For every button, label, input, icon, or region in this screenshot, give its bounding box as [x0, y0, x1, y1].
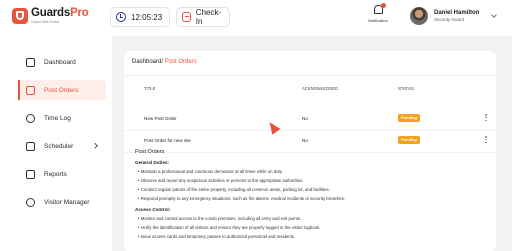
divider	[124, 75, 496, 76]
sidebar-item-reports[interactable]: Reports	[18, 164, 106, 184]
calendar-icon	[26, 141, 35, 151]
sidebar-item-label: Time Log	[44, 114, 71, 122]
avatar	[410, 7, 428, 25]
sidebar-item-label: Scheduler	[44, 142, 74, 150]
check-in-icon	[182, 12, 191, 22]
access-item: • Issue access cards and temporary passe…	[138, 234, 296, 239]
reports-icon	[26, 169, 35, 179]
clock-display: 12:05:23	[110, 7, 170, 27]
notification-button[interactable]: Notification	[360, 3, 396, 23]
breadcrumb: Dashboard/ Post Orders	[132, 59, 197, 65]
more-options-icon[interactable]	[485, 114, 487, 122]
sidebar-item-time-log[interactable]: Time Log	[18, 108, 106, 128]
sidebar-item-dashboard[interactable]: Dashboard	[18, 52, 106, 72]
sidebar-item-label: Post Orders	[44, 86, 79, 94]
user-name: Daniel Hamilton	[434, 9, 480, 16]
logo-subtitle: Guard Web Portal	[31, 19, 59, 24]
guardspro-logo[interactable]: GuardsPro Guard Web Portal	[12, 7, 89, 24]
row-acknowledged: No	[302, 138, 308, 143]
row-title[interactable]: Post Order for new site	[144, 138, 191, 143]
sidebar-item-visitor-manager[interactable]: Visitor Manager	[18, 192, 106, 212]
duty-item: • Observe and report any suspicious acti…	[138, 178, 304, 183]
column-header-status: STATUS	[398, 86, 414, 91]
more-options-icon[interactable]	[485, 136, 487, 144]
column-header-title: TITLE	[144, 86, 156, 91]
duty-item: • Respond promptly to any emergency situ…	[138, 196, 346, 201]
access-control-heading: Access Control:	[135, 207, 171, 212]
sidebar: Dashboard Post Orders Time Log Scheduler…	[0, 36, 112, 251]
shield-logo-icon	[12, 8, 28, 24]
logo-brand-accent: Pro	[70, 7, 89, 19]
row-title[interactable]: New Post Order	[144, 116, 177, 121]
top-bar: GuardsPro Guard Web Portal 12:05:23 Chec…	[0, 0, 512, 36]
access-item: • Monitor and control access to the cond…	[138, 216, 302, 221]
status-badge: Pending	[398, 114, 420, 122]
main-content: Dashboard/ Post Orders TITLE ACKNOWLEDGE…	[112, 36, 512, 251]
logo-brand: Guards	[31, 7, 71, 19]
details-title: Post Orders	[135, 149, 165, 155]
breadcrumb-current: Post Orders	[163, 59, 197, 65]
sidebar-item-label: Dashboard	[44, 58, 76, 66]
notification-dot	[381, 3, 386, 8]
table-row[interactable]: New Post Order No Pending	[124, 109, 496, 131]
clock-icon	[116, 12, 126, 22]
status-badge: Pending	[398, 136, 420, 144]
clock-time: 12:05:23	[131, 12, 163, 22]
check-in-button[interactable]: Check-In	[176, 7, 230, 27]
notification-label: Notification	[368, 18, 388, 23]
chevron-down-icon[interactable]	[491, 11, 498, 18]
chevron-right-icon	[91, 143, 97, 149]
access-item: • Verify the identification of all visit…	[138, 225, 321, 230]
sidebar-item-label: Reports	[44, 170, 67, 178]
clock-icon	[26, 113, 35, 123]
post-orders-panel: Dashboard/ Post Orders TITLE ACKNOWLEDGE…	[124, 51, 496, 251]
dashboard-icon	[26, 57, 35, 67]
sidebar-item-scheduler[interactable]: Scheduler	[18, 136, 106, 156]
general-duties-heading: General Duties:	[135, 160, 169, 165]
post-orders-icon	[26, 85, 35, 95]
sidebar-item-post-orders[interactable]: Post Orders	[18, 80, 106, 100]
duty-item: • Conduct regular patrols of the entire …	[138, 187, 330, 192]
row-acknowledged: No	[302, 116, 308, 121]
table-header: TITLE ACKNOWLEDGED STATUS	[124, 83, 496, 95]
user-menu[interactable]: Daniel Hamilton Security Guard	[410, 7, 498, 25]
duty-item: • Maintain a professional and courteous …	[138, 169, 283, 174]
column-header-acknowledged: ACKNOWLEDGED	[302, 86, 339, 91]
table-row[interactable]: Post Order for new site No Pending	[124, 131, 496, 153]
visitor-icon	[26, 197, 35, 207]
check-in-label: Check-In	[195, 8, 222, 26]
breadcrumb-root[interactable]: Dashboard/	[132, 59, 163, 65]
sidebar-item-label: Visitor Manager	[44, 198, 90, 206]
user-role: Security Guard	[434, 16, 465, 22]
